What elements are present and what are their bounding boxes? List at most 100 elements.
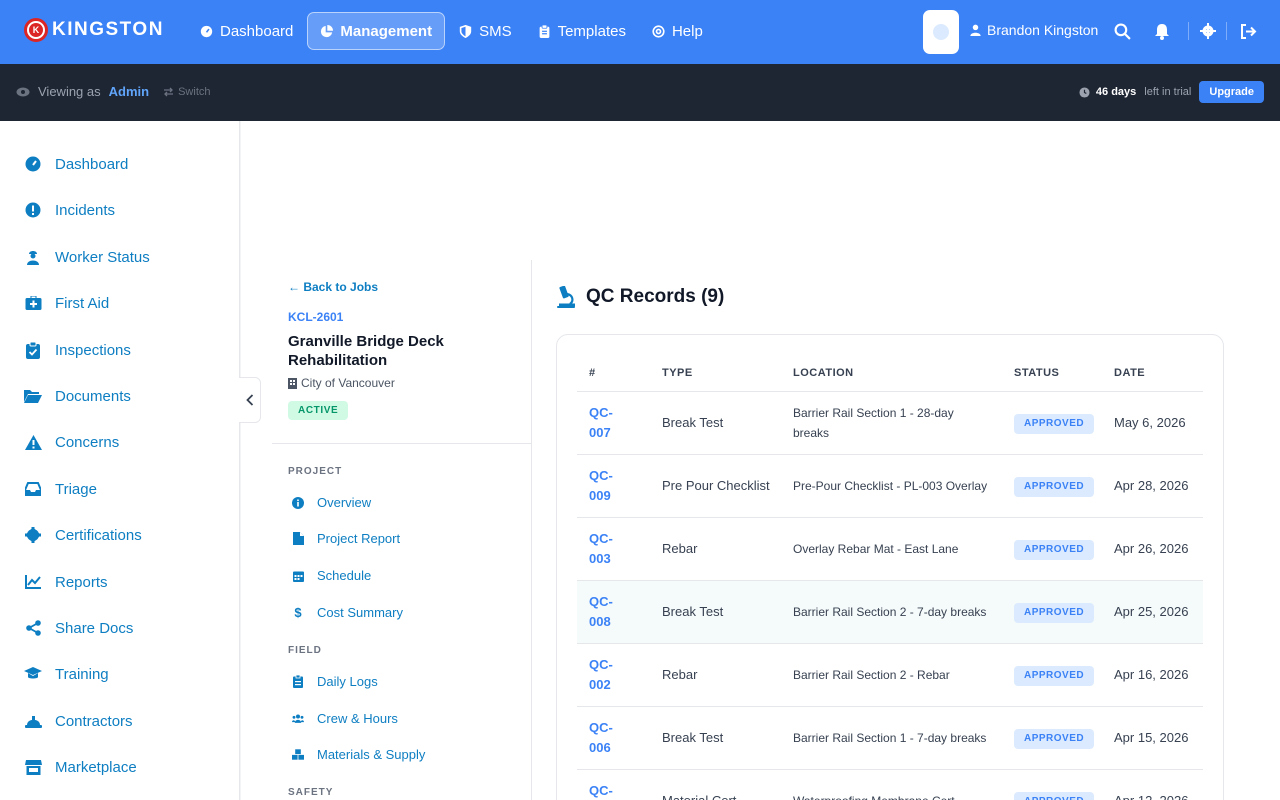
graduation-cap-icon xyxy=(24,665,42,683)
table-row[interactable]: QC-007 Break Test Barrier Rail Section 1… xyxy=(577,392,1203,455)
gauge-icon xyxy=(200,25,213,37)
qc-id-link[interactable]: QC-012 xyxy=(589,781,629,800)
eye-icon xyxy=(16,87,30,96)
section-label-field: FIELD xyxy=(288,645,322,656)
sidebar-item-certifications[interactable]: Certifications xyxy=(24,523,142,547)
clipboard-list-icon xyxy=(292,675,304,688)
warning-triangle-icon xyxy=(24,433,42,451)
jobnav-item-project-report[interactable]: Project Report xyxy=(292,531,400,546)
jobnav-item-daily-logs[interactable]: Daily Logs xyxy=(292,674,378,689)
jobnav-item-cost-summary[interactable]: $ Cost Summary xyxy=(292,605,403,620)
qc-id-link[interactable]: QC-007 xyxy=(589,403,629,443)
users-icon xyxy=(292,713,304,725)
user-icon xyxy=(970,24,981,36)
qc-type: Break Test xyxy=(662,730,724,745)
sidebar-item-contractors[interactable]: Contractors xyxy=(24,709,133,733)
jobnav-item-materials-supply[interactable]: Materials & Supply xyxy=(292,747,425,762)
job-title: Granville Bridge Deck Rehabilitation xyxy=(288,333,444,369)
jobnav-item-schedule[interactable]: Schedule xyxy=(292,568,371,583)
column-header-type[interactable]: TYPE xyxy=(662,367,693,379)
search-icon[interactable] xyxy=(1113,22,1131,40)
qc-id-link[interactable]: QC-008 xyxy=(589,592,629,632)
qc-date: Apr 28, 2026 xyxy=(1114,478,1189,493)
nav-templates[interactable]: Templates xyxy=(526,12,638,50)
back-to-jobs-link[interactable]: ← Back to Jobs xyxy=(288,280,378,294)
nav-management[interactable]: Management xyxy=(307,12,446,50)
hard-hat-icon xyxy=(24,712,42,730)
calendar-icon xyxy=(292,570,304,582)
status-badge: APPROVED xyxy=(1014,666,1095,686)
toolbar-divider xyxy=(1188,22,1189,40)
sidebar-item-share-docs[interactable]: Share Docs xyxy=(24,616,133,640)
sidebar-item-marketplace[interactable]: Marketplace xyxy=(24,755,137,779)
nav-dashboard[interactable]: Dashboard xyxy=(188,12,305,50)
share-icon xyxy=(24,619,42,637)
upgrade-button[interactable]: Upgrade xyxy=(1199,81,1264,103)
section-label-safety: SAFETY xyxy=(288,787,334,798)
column-header-location[interactable]: LOCATION xyxy=(793,367,854,379)
job-status-badge: ACTIVE xyxy=(288,401,349,420)
medkit-icon xyxy=(24,294,42,312)
gear-icon[interactable] xyxy=(1199,22,1217,40)
table-row[interactable]: QC-003 Rebar Overlay Rebar Mat - East La… xyxy=(577,518,1203,581)
qc-status: APPROVED xyxy=(1014,412,1095,434)
jobnav-item-overview[interactable]: Overview xyxy=(292,495,371,510)
sidebar-item-worker-status[interactable]: Worker Status xyxy=(24,245,150,269)
qc-id-link[interactable]: QC-009 xyxy=(589,466,629,506)
bell-icon[interactable] xyxy=(1153,22,1171,40)
qc-date: Apr 15, 2026 xyxy=(1114,730,1189,745)
table-row[interactable]: QC-009 Pre Pour Checklist Pre-Pour Check… xyxy=(577,455,1203,518)
column-header-id[interactable]: # xyxy=(589,367,596,379)
sidebar-item-reports[interactable]: Reports xyxy=(24,570,108,594)
sidebar-item-incidents[interactable]: Incidents xyxy=(24,198,115,222)
sidebar-item-concerns[interactable]: Concerns xyxy=(24,430,119,454)
building-icon xyxy=(288,377,297,389)
trial-days: 46 days xyxy=(1095,86,1137,98)
status-badge: APPROVED xyxy=(1014,414,1095,434)
status-badge: APPROVED xyxy=(1014,792,1095,800)
theme-toggle-button[interactable] xyxy=(923,10,959,54)
table-row[interactable]: QC-002 Rebar Barrier Rail Section 2 - Re… xyxy=(577,644,1203,707)
table-row[interactable]: QC-012 Material Cert Waterproofing Membr… xyxy=(577,770,1203,800)
qc-location: Overlay Rebar Mat - East Lane xyxy=(793,542,959,556)
switch-role-button[interactable]: Switch xyxy=(163,86,211,98)
worker-icon xyxy=(24,248,42,266)
sidebar-item-triage[interactable]: Triage xyxy=(24,477,97,501)
qc-records-table: # TYPE LOCATION STATUS DATE QC-007 Break… xyxy=(577,353,1203,800)
jobnav-item-crew-hours[interactable]: Crew & Hours xyxy=(292,711,398,726)
nav-help[interactable]: Help xyxy=(640,12,715,50)
qc-location: Pre-Pour Checklist - PL-003 Overlay xyxy=(793,479,988,493)
clipboard-check-icon xyxy=(24,341,42,359)
qc-location: Barrier Rail Section 2 - Rebar xyxy=(793,668,950,682)
sidebar-item-training[interactable]: Training xyxy=(24,662,109,686)
job-client: City of Vancouver xyxy=(288,376,395,390)
clipboard-icon xyxy=(539,24,549,38)
nav-sms[interactable]: SMS xyxy=(447,12,524,50)
sidebar-item-first-aid[interactable]: First Aid xyxy=(24,291,109,315)
gauge-icon xyxy=(24,155,42,173)
sidebar-collapse-button[interactable] xyxy=(239,377,261,423)
logout-icon[interactable] xyxy=(1239,22,1257,40)
sidebar-item-inspections[interactable]: Inspections xyxy=(24,338,131,362)
qc-id-link[interactable]: QC-003 xyxy=(589,529,629,569)
dollar-icon: $ xyxy=(294,605,302,620)
toolbar-divider xyxy=(1226,22,1227,40)
qc-date: Apr 12, 2026 xyxy=(1114,791,1204,800)
sidebar: Dashboard Incidents Worker Status First … xyxy=(0,121,240,800)
sidebar-item-documents[interactable]: Documents xyxy=(24,384,131,408)
qc-date: Apr 16, 2026 xyxy=(1114,667,1189,682)
qc-status: APPROVED xyxy=(1014,475,1095,497)
sidebar-item-dashboard[interactable]: Dashboard xyxy=(24,152,128,176)
table-row[interactable]: QC-008 Break Test Barrier Rail Section 2… xyxy=(577,581,1203,644)
qc-status: APPROVED xyxy=(1014,727,1095,749)
brand-logo[interactable]: K KINGSTON xyxy=(24,18,164,42)
user-menu[interactable]: Brandon Kingston xyxy=(970,22,1098,38)
qc-location: Barrier Rail Section 1 - 7-day breaks xyxy=(793,731,987,745)
table-row[interactable]: QC-006 Break Test Barrier Rail Section 1… xyxy=(577,707,1203,770)
qc-id-link[interactable]: QC-002 xyxy=(589,655,629,695)
chevron-left-icon xyxy=(245,394,253,406)
column-header-date[interactable]: DATE xyxy=(1114,367,1145,379)
column-header-status[interactable]: STATUS xyxy=(1014,367,1059,379)
qc-id-link[interactable]: QC-006 xyxy=(589,718,629,758)
qc-type: Break Test xyxy=(662,604,724,619)
